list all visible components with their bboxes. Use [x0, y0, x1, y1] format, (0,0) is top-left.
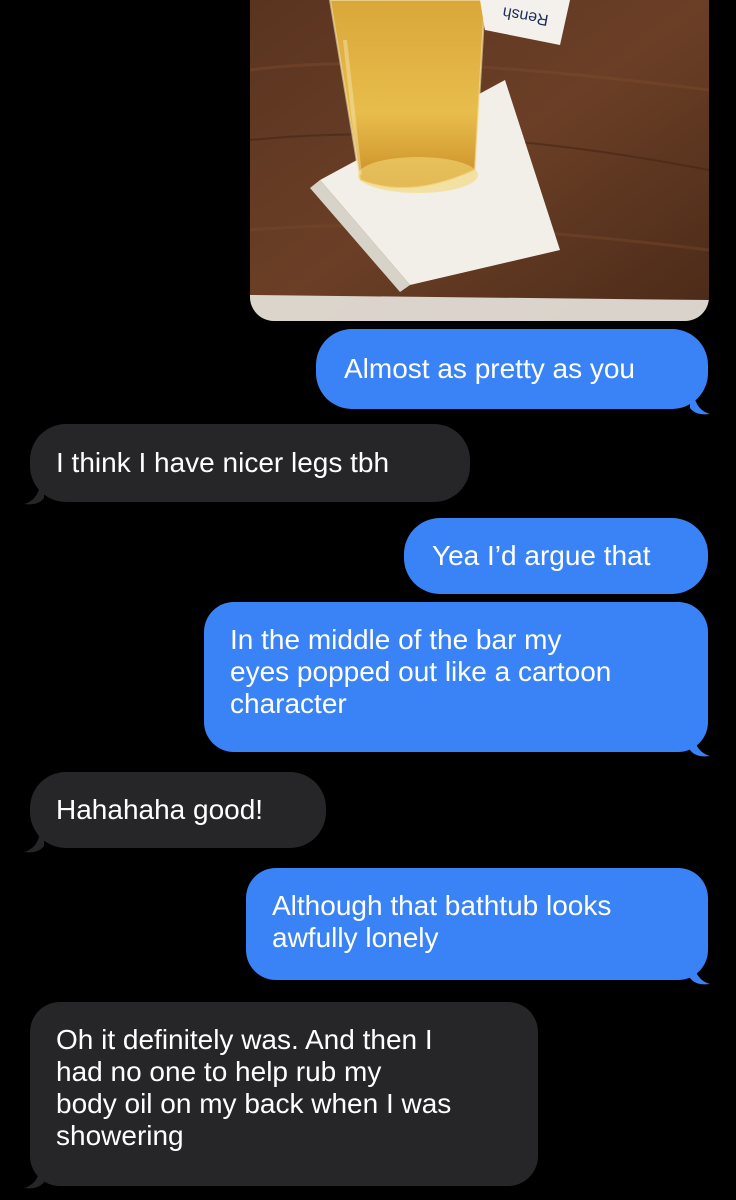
message-text: Yea I’d argue that [432, 540, 651, 571]
photo-attachment[interactable]: Rensh [250, 0, 709, 321]
bubble-tail-sent [690, 394, 710, 415]
message-text-line: Oh it definitely was. And then I [56, 1024, 433, 1055]
message-bubble-received[interactable]: Hahahaha good! [30, 772, 326, 848]
bubble-tail-received [24, 832, 44, 853]
message-bubble-received[interactable]: Oh it definitely was. And then I had no … [30, 1002, 538, 1186]
beer-glass-photo: Rensh [250, 0, 709, 321]
message-bubble-received[interactable]: I think I have nicer legs tbh [30, 424, 470, 502]
message-text-line: had no one to help rub my [56, 1056, 382, 1087]
message-text-line: awfully lonely [272, 922, 439, 953]
message-text-line: eyes popped out like a cartoon [230, 656, 612, 687]
message-text-line: character [230, 688, 347, 719]
message-text: Hahahaha good! [56, 794, 264, 825]
message-text-line: Although that bathtub looks [272, 890, 612, 921]
bubble-tail-sent [690, 736, 710, 757]
message-bubble-sent[interactable]: Almost as pretty as you [316, 329, 708, 409]
message-text-line: showering [56, 1120, 184, 1151]
bubble-tail-sent [690, 964, 710, 985]
bubble-tail-received [24, 1168, 44, 1189]
bubble-tail-received [24, 484, 44, 505]
message-bubble-sent[interactable]: Although that bathtub looks awfully lone… [246, 868, 708, 980]
message-text-line: body oil on my back when I was [56, 1088, 452, 1119]
message-text: I think I have nicer legs tbh [56, 447, 390, 478]
message-text-line: In the middle of the bar my [230, 624, 562, 655]
message-text: Almost as pretty as you [344, 353, 636, 384]
message-bubble-sent[interactable]: In the middle of the bar my eyes popped … [204, 602, 708, 752]
message-bubble-sent[interactable]: Yea I’d argue that [404, 518, 708, 594]
